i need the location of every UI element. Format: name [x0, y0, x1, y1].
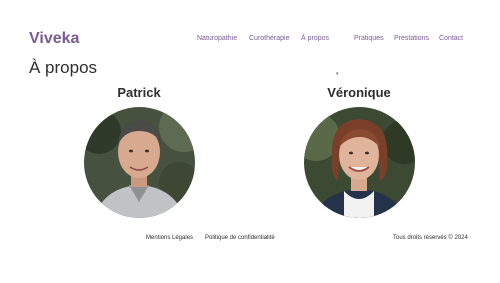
page-title: À propos: [29, 58, 98, 77]
main-nav: Naturopathie Curothérapie À propos ▾ Pra…: [0, 35, 500, 77]
chevron-down-icon[interactable]: ▾: [336, 70, 339, 78]
person-name-patrick: Patrick: [117, 85, 161, 100]
nav-item-contact[interactable]: Contact: [439, 35, 463, 43]
footer-link-privacy[interactable]: Politique de confidentialité: [205, 235, 275, 241]
nav-item-naturopathie[interactable]: Naturopathie: [197, 35, 237, 43]
nav-item-prestations[interactable]: Prestations: [394, 35, 429, 43]
portrait-patrick-image: [84, 107, 195, 218]
photo-veronique: [304, 107, 415, 218]
nav-item-pratiques[interactable]: Pratiques: [354, 35, 384, 43]
nav-item-curotherapie[interactable]: Curothérapie: [249, 35, 289, 43]
portrait-veronique-image: [304, 107, 415, 218]
person-name-veronique: Véronique: [327, 85, 391, 100]
photo-patrick: [84, 107, 195, 218]
footer-copyright: Tous droits réservés © 2024: [393, 235, 468, 241]
footer-link-mentions-legales[interactable]: Mentions Légales: [146, 235, 193, 241]
nav-item-a-propos[interactable]: À propos: [301, 35, 329, 43]
